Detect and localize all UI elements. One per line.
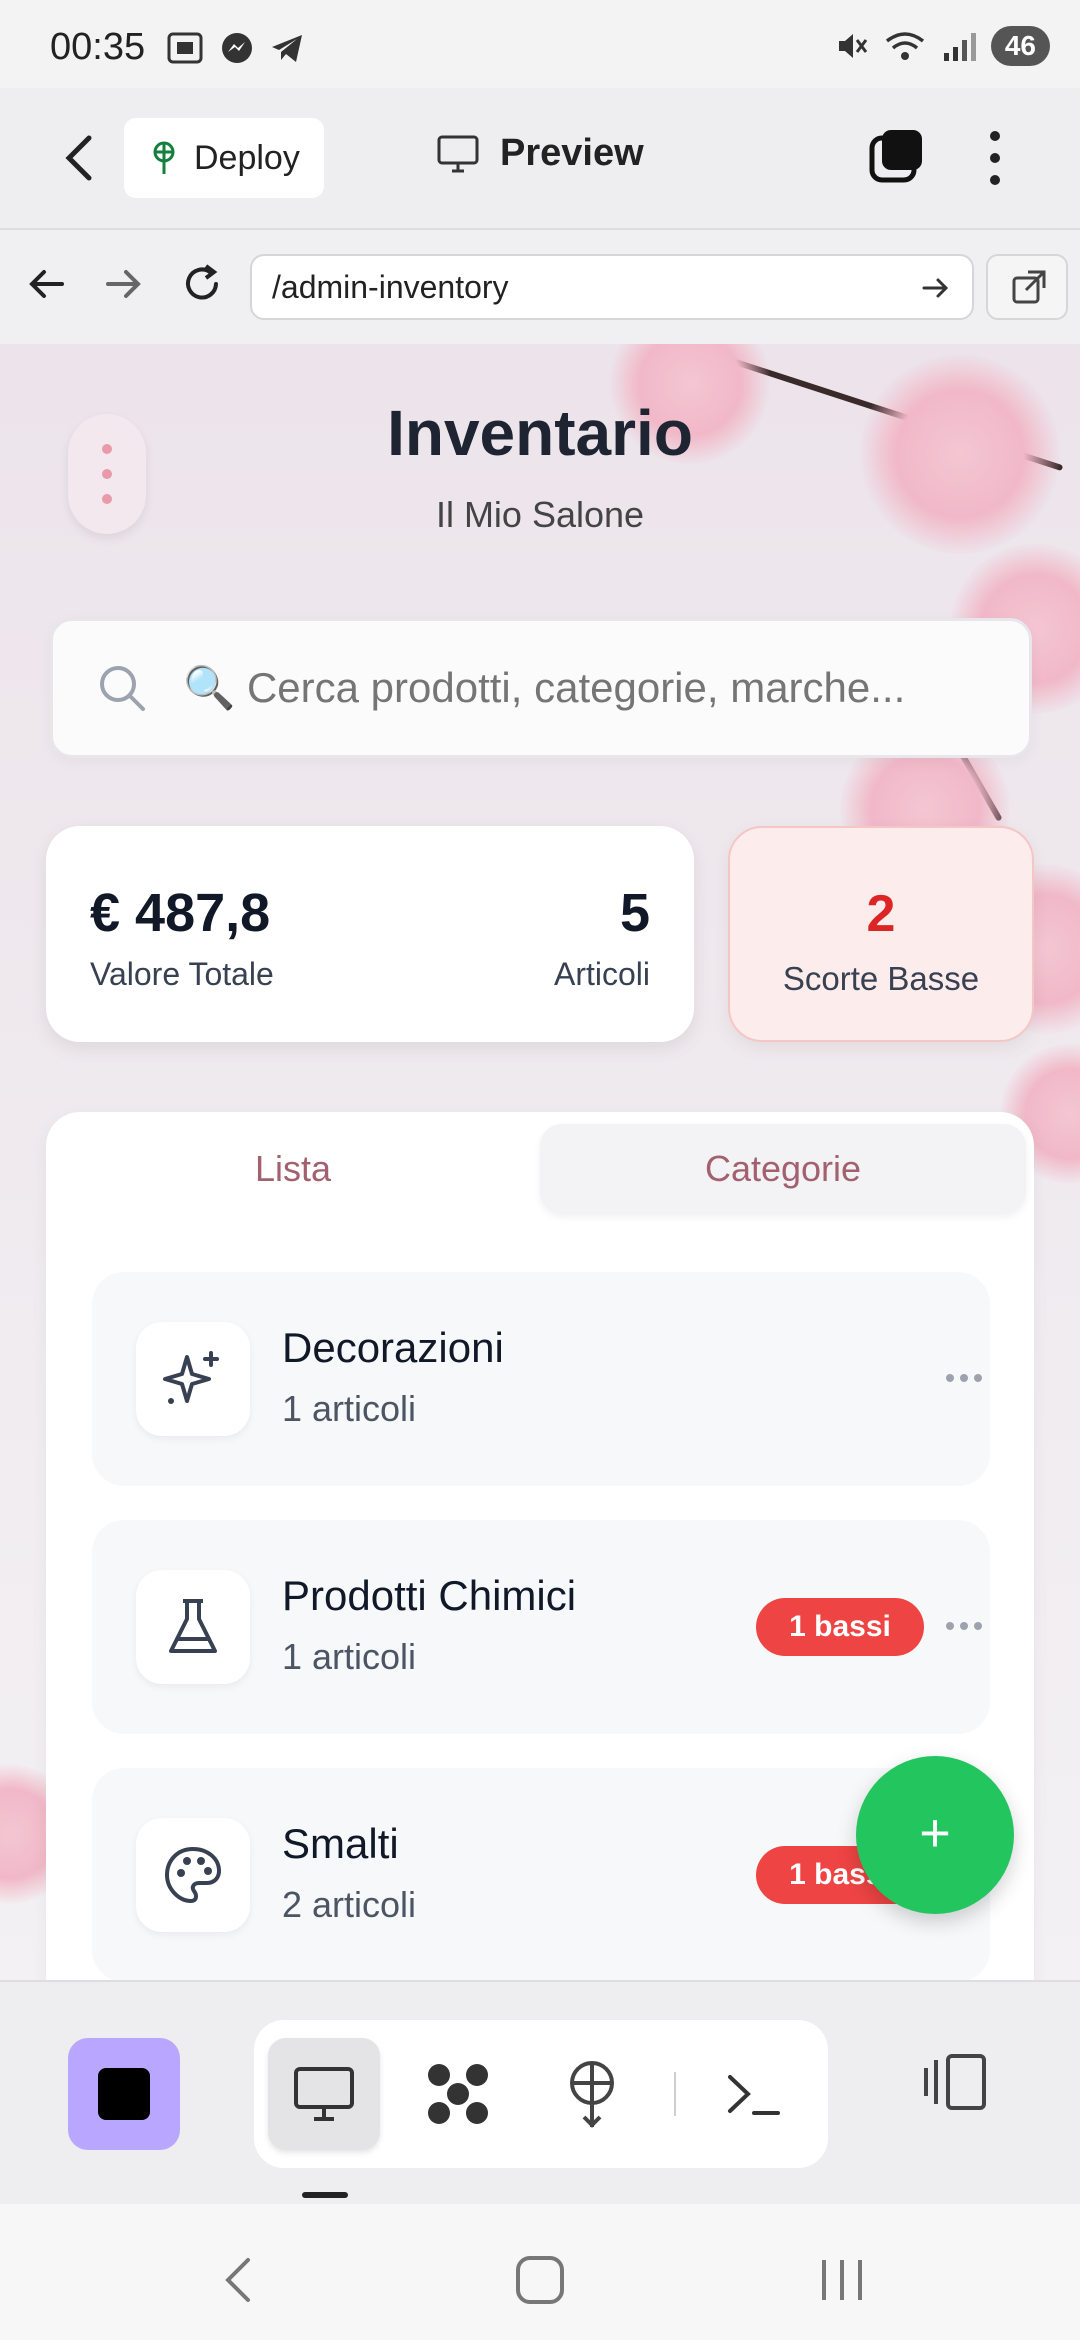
category-count: 1 articoli: [282, 1636, 417, 1677]
workflow-icon: [428, 2064, 488, 2124]
category-count: 1 articoli: [282, 1388, 417, 1429]
url-bar: /admin-inventory: [0, 230, 1080, 344]
category-icon-box: [136, 1570, 250, 1684]
tool-divider: [674, 2072, 676, 2116]
category-card-decorazioni[interactable]: Decorazioni 1 articoli: [92, 1272, 990, 1486]
status-bar: 00:35 46: [0, 0, 1080, 88]
app-bar: Deploy Preview: [0, 88, 1080, 230]
items-count: 5: [619, 883, 650, 943]
category-count: 2 articoli: [282, 1884, 417, 1925]
system-back-icon[interactable]: [208, 2252, 268, 2308]
bottom-toolbar: [0, 1980, 1080, 2204]
category-name: Smalti: [282, 1820, 399, 1867]
terminal-icon: [728, 2075, 780, 2115]
system-home-icon[interactable]: [510, 2252, 570, 2308]
category-card-smalti[interactable]: Smalti 2 articoli 1 bassi: [92, 1768, 990, 1980]
total-value-label: Valore Totale: [90, 956, 274, 992]
go-arrow-icon[interactable]: [918, 270, 954, 306]
summary-card: € 487,8 Valore Totale 5 Articoli: [46, 826, 694, 1042]
signal-icon: [943, 33, 976, 61]
battery-indicator: 46: [990, 26, 1050, 66]
deploy-icon: [570, 2061, 614, 2128]
search-input[interactable]: [183, 664, 1003, 712]
category-icon-box: [136, 1818, 250, 1932]
low-stock-label: Scorte Basse: [782, 960, 980, 997]
screenshot-icon: [167, 32, 203, 64]
status-icons-left: [165, 30, 305, 66]
category-icon-box: [136, 1322, 250, 1436]
deploy-icon: [153, 141, 175, 174]
browser-back-icon[interactable]: [22, 260, 70, 308]
inventory-page: Inventario Il Mio Salone € 487,8 Valore …: [0, 344, 1080, 1980]
deploy-tool-button[interactable]: [536, 2038, 648, 2150]
category-name: Decorazioni: [282, 1324, 504, 1371]
more-options-icon[interactable]: [985, 128, 1005, 188]
tool-group: [254, 2020, 828, 2168]
active-tool-indicator: [302, 2192, 348, 2198]
more-horizontal-icon[interactable]: [944, 1372, 984, 1384]
monitor-icon: [437, 135, 479, 172]
console-tool-button[interactable]: [698, 2038, 810, 2150]
page-subtitle: Il Mio Salone: [435, 494, 645, 535]
page-title: Inventario: [387, 397, 693, 469]
telegram-icon: [272, 35, 302, 62]
status-time: 00:35: [50, 26, 146, 68]
low-stock-badge: 1 bassi: [756, 1598, 924, 1656]
system-recents-icon[interactable]: [812, 2252, 872, 2308]
browser-forward-icon[interactable]: [100, 260, 148, 308]
preview-tab[interactable]: Preview: [436, 132, 644, 175]
items-label: Articoli: [553, 956, 650, 992]
add-item-button[interactable]: +: [856, 1756, 1014, 1914]
back-arrow-icon[interactable]: [55, 130, 105, 186]
deploy-label: Deploy: [194, 138, 300, 177]
external-link-icon: [1012, 270, 1046, 304]
low-stock-count: 2: [866, 885, 896, 943]
sparkles-icon: [163, 1351, 219, 1404]
url-input[interactable]: /admin-inventory: [250, 254, 974, 320]
system-navigation-bar: [0, 2204, 1080, 2340]
status-icons-right: 46: [835, 26, 1050, 66]
more-horizontal-icon[interactable]: [944, 1620, 984, 1632]
open-external-button[interactable]: [986, 254, 1068, 320]
category-name: Prodotti Chimici: [282, 1572, 577, 1619]
tab-list[interactable]: Lista: [46, 1124, 540, 1214]
low-stock-card[interactable]: 2 Scorte Basse: [728, 826, 1034, 1042]
palette-icon: [164, 1846, 222, 1904]
stop-icon: [98, 2068, 150, 2120]
category-card-prodotti-chimici[interactable]: Prodotti Chimici 1 articoli 1 bassi: [92, 1520, 990, 1734]
search-icon: [100, 666, 145, 711]
workflow-tool-button[interactable]: [402, 2038, 514, 2150]
messenger-icon: [222, 33, 252, 63]
url-text: /admin-inventory: [272, 269, 509, 305]
preview-tool-button[interactable]: [268, 2038, 380, 2150]
tabs-icon[interactable]: [868, 128, 924, 184]
tab-categories[interactable]: Categorie: [540, 1124, 1026, 1214]
total-value: € 487,8: [90, 883, 271, 943]
flask-icon: [169, 1599, 217, 1653]
panels-icon[interactable]: [920, 2046, 992, 2118]
wifi-icon: [885, 32, 924, 60]
reload-icon[interactable]: [178, 260, 226, 308]
monitor-icon: [294, 2067, 354, 2121]
mute-icon: [838, 34, 868, 58]
preview-label: Preview: [500, 132, 644, 174]
search-bar[interactable]: [50, 618, 1032, 758]
stop-button[interactable]: [68, 2038, 180, 2150]
deploy-button[interactable]: Deploy: [124, 118, 324, 198]
